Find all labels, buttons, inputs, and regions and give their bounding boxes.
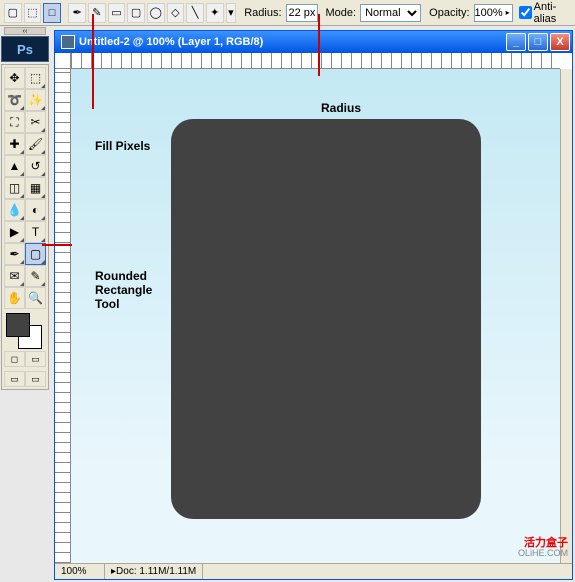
hand-tool-icon[interactable]: ✋ (4, 287, 25, 309)
annotation-radius: Radius (321, 101, 361, 115)
vertical-scrollbar[interactable] (560, 69, 572, 563)
ellipse-shape-icon[interactable]: ◯ (147, 3, 165, 23)
fill-pixels-icon[interactable]: □ (43, 3, 61, 23)
status-zoom[interactable]: 100% (55, 564, 105, 579)
history-brush-icon[interactable]: ↺ (25, 155, 46, 177)
arrow-fill-pixels (92, 14, 94, 109)
move-tool-icon[interactable]: ✥ (4, 67, 25, 89)
document-window: Untitled-2 @ 100% (Layer 1, RGB/8) _ □ X… (54, 30, 573, 580)
slice-tool-icon[interactable]: ✂ (25, 111, 46, 133)
dodge-tool-icon[interactable]: ◐ (25, 199, 46, 221)
ruler-corner (55, 53, 71, 69)
screenmode-icon[interactable]: ▭ (25, 351, 46, 367)
mode-select[interactable]: Normal (360, 4, 421, 22)
left-column: Ps ✥⬚ ➰✨ ⛶✂ ✚🖌 ▲↺ ◫▦ 💧◐ ▶T ✒▢ ✉✎ ✋🔍 ◻ ▭ … (0, 36, 50, 582)
rounded-rect-shape-icon[interactable]: ▢ (127, 3, 145, 23)
brush-tool-icon[interactable]: 🖌 (25, 133, 46, 155)
path-mode-icon[interactable]: ⬚ (24, 3, 42, 23)
expand-strip-icon[interactable]: ‹‹ (4, 27, 46, 35)
freeform-pen-icon[interactable]: ✎ (88, 3, 106, 23)
rounded-rect-shape (171, 119, 481, 519)
titlebar[interactable]: Untitled-2 @ 100% (Layer 1, RGB/8) _ □ X (55, 31, 572, 53)
window-title: Untitled-2 @ 100% (Layer 1, RGB/8) (79, 36, 504, 48)
watermark-en: OLiHE.COM (518, 549, 568, 559)
path-select-icon[interactable]: ▶ (4, 221, 25, 243)
rectangle-shape-icon[interactable]: ▭ (108, 3, 126, 23)
fg-color-swatch[interactable] (6, 313, 30, 337)
quickmask-icon[interactable]: ◻ (4, 351, 25, 367)
arrow-rrect-tool (42, 244, 72, 246)
annotation-rrect-tool: Rounded Rectangle Tool (95, 269, 165, 311)
line-shape-icon[interactable]: ╲ (186, 3, 204, 23)
custom-shape-icon[interactable]: ✦ (206, 3, 224, 23)
marquee-tool-icon[interactable]: ⬚ (25, 67, 46, 89)
blur-tool-icon[interactable]: 💧 (4, 199, 25, 221)
stamp-tool-icon[interactable]: ▲ (4, 155, 25, 177)
color-swatches[interactable] (4, 313, 46, 347)
shape-options-dropdown-icon[interactable]: ▾ (226, 3, 237, 23)
close-button[interactable]: X (550, 33, 570, 51)
crop-tool-icon[interactable]: ⛶ (4, 111, 25, 133)
options-bar: ▢ ⬚ □ ✒ ✎ ▭ ▢ ◯ ◇ ╲ ✦ ▾ Radius: Mode: No… (0, 0, 575, 26)
polygon-shape-icon[interactable]: ◇ (167, 3, 185, 23)
shape-layer-icon[interactable]: ▢ (4, 3, 22, 23)
zoom-tool-icon[interactable]: 🔍 (25, 287, 46, 309)
arrow-radius (318, 14, 320, 76)
opacity-input[interactable]: 100% (474, 4, 513, 22)
type-tool-icon[interactable]: T (25, 221, 46, 243)
lasso-tool-icon[interactable]: ➰ (4, 89, 25, 111)
radius-input[interactable] (286, 4, 318, 22)
gradient-tool-icon[interactable]: ▦ (25, 177, 46, 199)
mode-label: Mode: (326, 7, 357, 19)
canvas[interactable]: Fill Pixels Radius Rounded Rectangle Too… (71, 69, 560, 563)
status-doc-text: Doc: 1.11M/1.11M (116, 566, 196, 577)
status-doc-size[interactable]: ▸ Doc: 1.11M/1.11M (105, 564, 203, 579)
vertical-ruler[interactable] (55, 69, 71, 563)
toolbox: ✥⬚ ➰✨ ⛶✂ ✚🖌 ▲↺ ◫▦ 💧◐ ▶T ✒▢ ✉✎ ✋🔍 ◻ ▭ ▭ ▭ (1, 64, 49, 390)
pen-tool-icon[interactable]: ✒ (4, 243, 25, 265)
notes-tool-icon[interactable]: ✉ (4, 265, 25, 287)
watermark: 活力盒子 OLiHE.COM (518, 537, 568, 559)
status-bar: 100% ▸ Doc: 1.11M/1.11M (55, 563, 572, 579)
eyedropper-tool-icon[interactable]: ✎ (25, 265, 46, 287)
document-body: Fill Pixels Radius Rounded Rectangle Too… (55, 53, 572, 563)
eraser-tool-icon[interactable]: ◫ (4, 177, 25, 199)
heal-tool-icon[interactable]: ✚ (4, 133, 25, 155)
window-icon (61, 35, 75, 49)
screenmode-3-icon[interactable]: ▭ (25, 371, 46, 387)
wand-tool-icon[interactable]: ✨ (25, 89, 46, 111)
screenmode-2-icon[interactable]: ▭ (4, 371, 25, 387)
maximize-button[interactable]: □ (528, 33, 548, 51)
antialias-label: Anti-alias (534, 1, 571, 25)
opacity-label: Opacity: (429, 7, 469, 19)
radius-label: Radius: (244, 7, 281, 19)
minimize-button[interactable]: _ (506, 33, 526, 51)
rounded-rectangle-tool-icon[interactable]: ▢ (25, 243, 46, 265)
pen-icon[interactable]: ✒ (68, 3, 86, 23)
app-logo: Ps (1, 36, 49, 62)
annotation-fill-pixels: Fill Pixels (95, 139, 150, 153)
horizontal-ruler[interactable] (71, 53, 560, 69)
antialias-checkbox[interactable] (519, 6, 532, 19)
